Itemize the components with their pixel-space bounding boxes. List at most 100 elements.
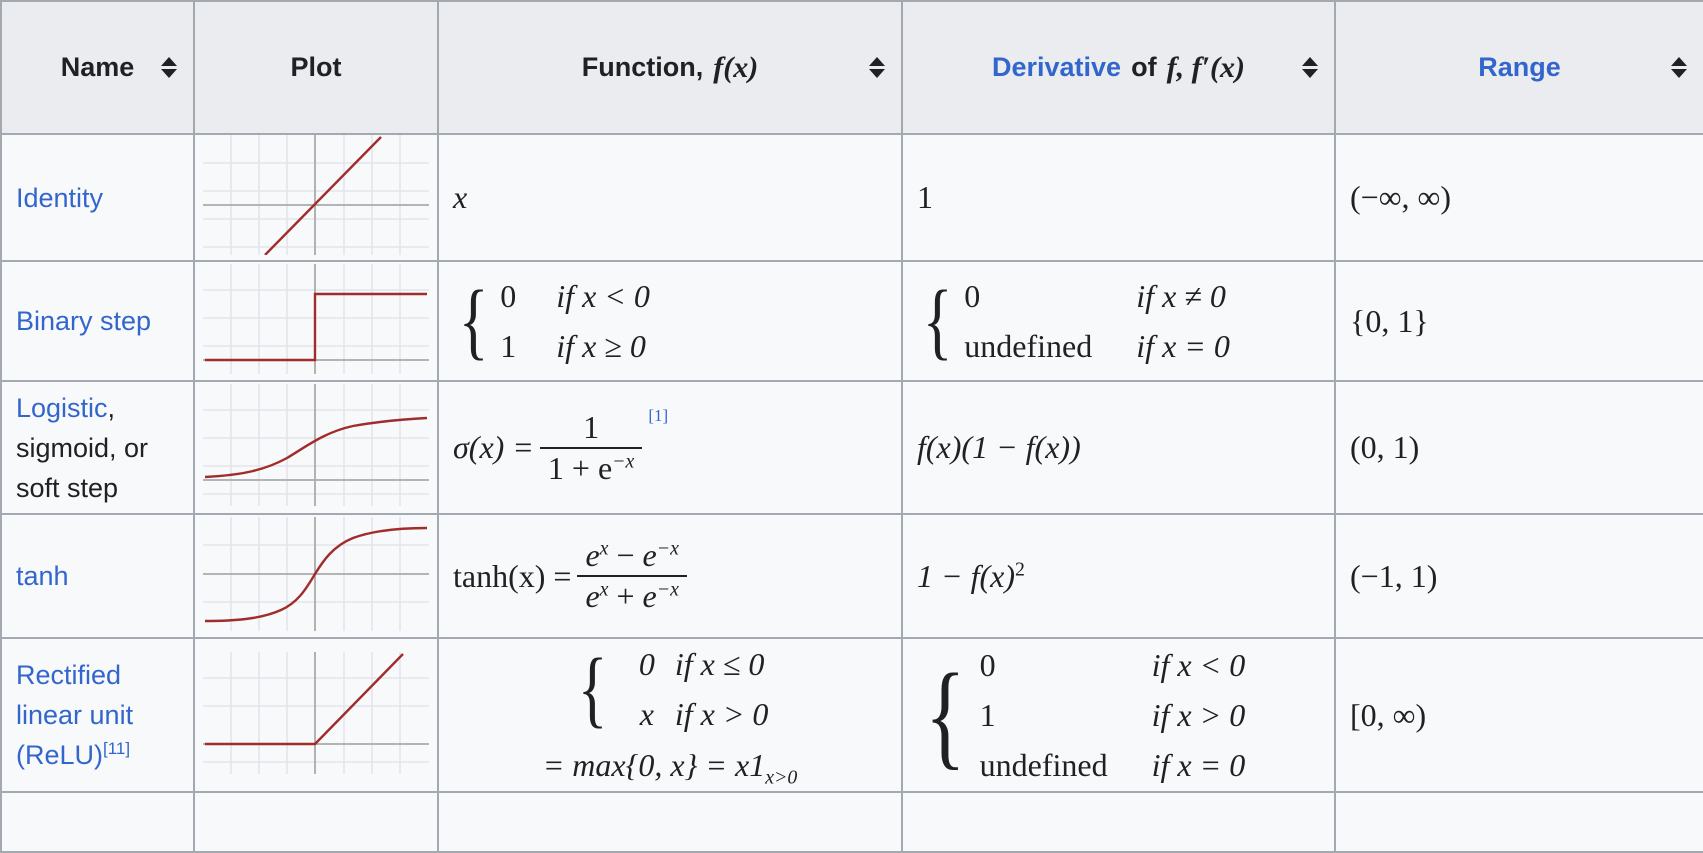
left-brace-icon: { bbox=[577, 640, 608, 737]
fraction-numerator: ex − e−x bbox=[585, 537, 679, 574]
case-value: x bbox=[639, 696, 654, 732]
case-row: undefined if x = 0 bbox=[964, 321, 1230, 371]
column-header-function-label: Function, bbox=[581, 52, 704, 82]
case-condition: if x > 0 bbox=[1151, 697, 1246, 733]
sort-updown-icon[interactable] bbox=[1671, 56, 1687, 80]
fraction-denominator: 1 + e−x bbox=[539, 446, 643, 486]
derivative-tanh-math: 1 − f(x)2 bbox=[917, 557, 1025, 594]
table-row-partial bbox=[1, 792, 1703, 853]
row-name-logistic: Logistic, sigmoid, or soft step bbox=[1, 381, 195, 515]
function-relu-extra-sub: x>0 bbox=[765, 766, 798, 789]
binary-step-plot-svg bbox=[203, 263, 429, 374]
row-name-tanh: tanh bbox=[1, 514, 195, 639]
case-value: 1 bbox=[979, 697, 996, 733]
left-brace-icon: { bbox=[458, 272, 489, 369]
range-logistic-math: (0, 1) bbox=[1350, 429, 1420, 465]
range-tanh-math: (−1, 1) bbox=[1350, 557, 1438, 594]
fraction-numerator: 1 bbox=[583, 408, 600, 445]
range-cell-identity: (−∞, ∞) bbox=[1335, 134, 1703, 262]
case-value: 0 bbox=[979, 647, 996, 683]
sort-updown-icon[interactable] bbox=[1302, 56, 1318, 80]
derivative-cell-relu: { 0 if x < 0 1 if x > 0 undefined if x = bbox=[902, 638, 1336, 793]
binary-step-plot bbox=[203, 263, 429, 374]
case-value: 1 bbox=[500, 328, 517, 364]
logistic-plot-svg bbox=[203, 384, 429, 506]
case-condition: if x = 0 bbox=[1136, 328, 1230, 364]
derivative-cell-tanh: 1 − f(x)2 bbox=[902, 514, 1336, 639]
link-tanh[interactable]: tanh bbox=[16, 561, 69, 591]
column-header-plot: Plot bbox=[194, 1, 439, 135]
derivative-identity-math: 1 bbox=[917, 179, 933, 215]
case-value: undefined bbox=[964, 328, 1093, 364]
column-header-derivative-of: of bbox=[1131, 52, 1157, 82]
case-condition: if x ≤ 0 bbox=[674, 646, 765, 682]
partial-range-cell bbox=[1335, 792, 1703, 853]
derivative-cell-identity: 1 bbox=[902, 134, 1336, 262]
plot-cell-binary-step bbox=[194, 261, 439, 382]
function-identity-math: x bbox=[453, 179, 468, 215]
range-cell-tanh: (−1, 1) bbox=[1335, 514, 1703, 639]
table-row: tanh tanh(x) = ex − e−x ex + e−x 1 − f(x… bbox=[1, 514, 1703, 639]
activation-functions-table: Name Plot Function, f(x) Derivative of f… bbox=[0, 0, 1703, 853]
link-binary-step[interactable]: Binary step bbox=[16, 306, 151, 336]
function-relu-math: { 0 if x ≤ 0 x if x > 0 = max{0, x} = x1… bbox=[543, 639, 798, 791]
table-header-row: Name Plot Function, f(x) Derivative of f… bbox=[1, 1, 1703, 135]
tanh-lhs: tanh(x) = bbox=[453, 557, 572, 594]
function-binary-step-cases: { 0 if x < 0 1 if x ≥ 0 bbox=[453, 271, 650, 371]
column-header-range[interactable]: Range bbox=[1335, 1, 1703, 135]
function-cell-relu: { 0 if x ≤ 0 x if x > 0 = max{0, x} = x1… bbox=[438, 638, 903, 793]
row-name-binary-step: Binary step bbox=[1, 261, 195, 382]
sort-updown-icon[interactable] bbox=[161, 56, 177, 80]
plot-cell-identity bbox=[194, 134, 439, 262]
row-name-identity: Identity bbox=[1, 134, 195, 262]
column-header-function[interactable]: Function, f(x) bbox=[438, 1, 903, 135]
link-identity[interactable]: Identity bbox=[16, 183, 103, 213]
table-row: Logistic, sigmoid, or soft step σ(x) = 1… bbox=[1, 381, 1703, 515]
sort-updown-icon[interactable] bbox=[869, 56, 885, 80]
relu-plot-svg bbox=[203, 651, 429, 774]
case-value: undefined bbox=[979, 747, 1108, 783]
sigma-lhs: σ(x) = bbox=[453, 429, 534, 465]
plot-cell-tanh bbox=[194, 514, 439, 639]
case-condition: if x > 0 bbox=[674, 696, 769, 732]
column-header-name-label: Name bbox=[60, 52, 135, 82]
partial-derivative-cell bbox=[902, 792, 1336, 853]
case-condition: if x ≥ 0 bbox=[556, 328, 646, 364]
case-row: x if x > 0 bbox=[619, 689, 769, 739]
derivative-cell-binary-step: { 0 if x ≠ 0 undefined if x = 0 bbox=[902, 261, 1336, 382]
column-header-plot-label: Plot bbox=[290, 52, 342, 82]
fraction: 1 1 + e−x bbox=[539, 408, 643, 486]
fraction-denominator: ex + e−x bbox=[577, 575, 687, 614]
column-header-derivative[interactable]: Derivative of f, f′(x) bbox=[902, 1, 1336, 135]
case-value: 0 bbox=[500, 278, 517, 314]
case-value: 0 bbox=[638, 646, 655, 682]
fraction: ex − e−x ex + e−x bbox=[577, 537, 687, 614]
range-relu-math: [0, ∞) bbox=[1350, 696, 1427, 733]
range-cell-logistic: (0, 1) bbox=[1335, 381, 1703, 515]
partial-function-cell bbox=[438, 792, 903, 853]
case-row: 1 if x ≥ 0 bbox=[500, 321, 650, 371]
left-brace-icon: { bbox=[924, 649, 966, 781]
range-binary-step-math: {0, 1} bbox=[1350, 302, 1429, 339]
function-relu-extra: = max{0, x} = x1 bbox=[542, 747, 766, 783]
table-row: Identity x 1 (−∞, ∞) bbox=[1, 134, 1703, 262]
case-condition: if x < 0 bbox=[556, 278, 650, 314]
case-value: 0 bbox=[964, 278, 981, 314]
column-header-range-label: Range bbox=[1478, 52, 1561, 82]
range-cell-binary-step: {0, 1} bbox=[1335, 261, 1703, 382]
relu-plot bbox=[203, 651, 429, 774]
column-header-name[interactable]: Name bbox=[1, 1, 195, 135]
column-header-derivative-link[interactable]: Derivative bbox=[992, 52, 1121, 83]
tanh-plot bbox=[203, 516, 429, 631]
row-name-relu: Rectified linear unit (ReLU)[11] bbox=[1, 638, 195, 793]
identity-plot-svg bbox=[203, 135, 429, 256]
column-header-derivative-math: f, f′(x) bbox=[1166, 50, 1245, 84]
case-condition: if x = 0 bbox=[1151, 747, 1246, 783]
link-logistic[interactable]: Logistic bbox=[16, 393, 108, 423]
function-cell-tanh: tanh(x) = ex − e−x ex + e−x bbox=[438, 514, 903, 639]
case-row: 1 if x > 0 bbox=[980, 690, 1246, 740]
function-logistic-math: σ(x) = 1 1 + e−x [1] bbox=[453, 405, 669, 486]
partial-plot-cell bbox=[194, 792, 439, 853]
partial-name-cell bbox=[1, 792, 195, 853]
function-cell-logistic: σ(x) = 1 1 + e−x [1] bbox=[438, 381, 903, 515]
